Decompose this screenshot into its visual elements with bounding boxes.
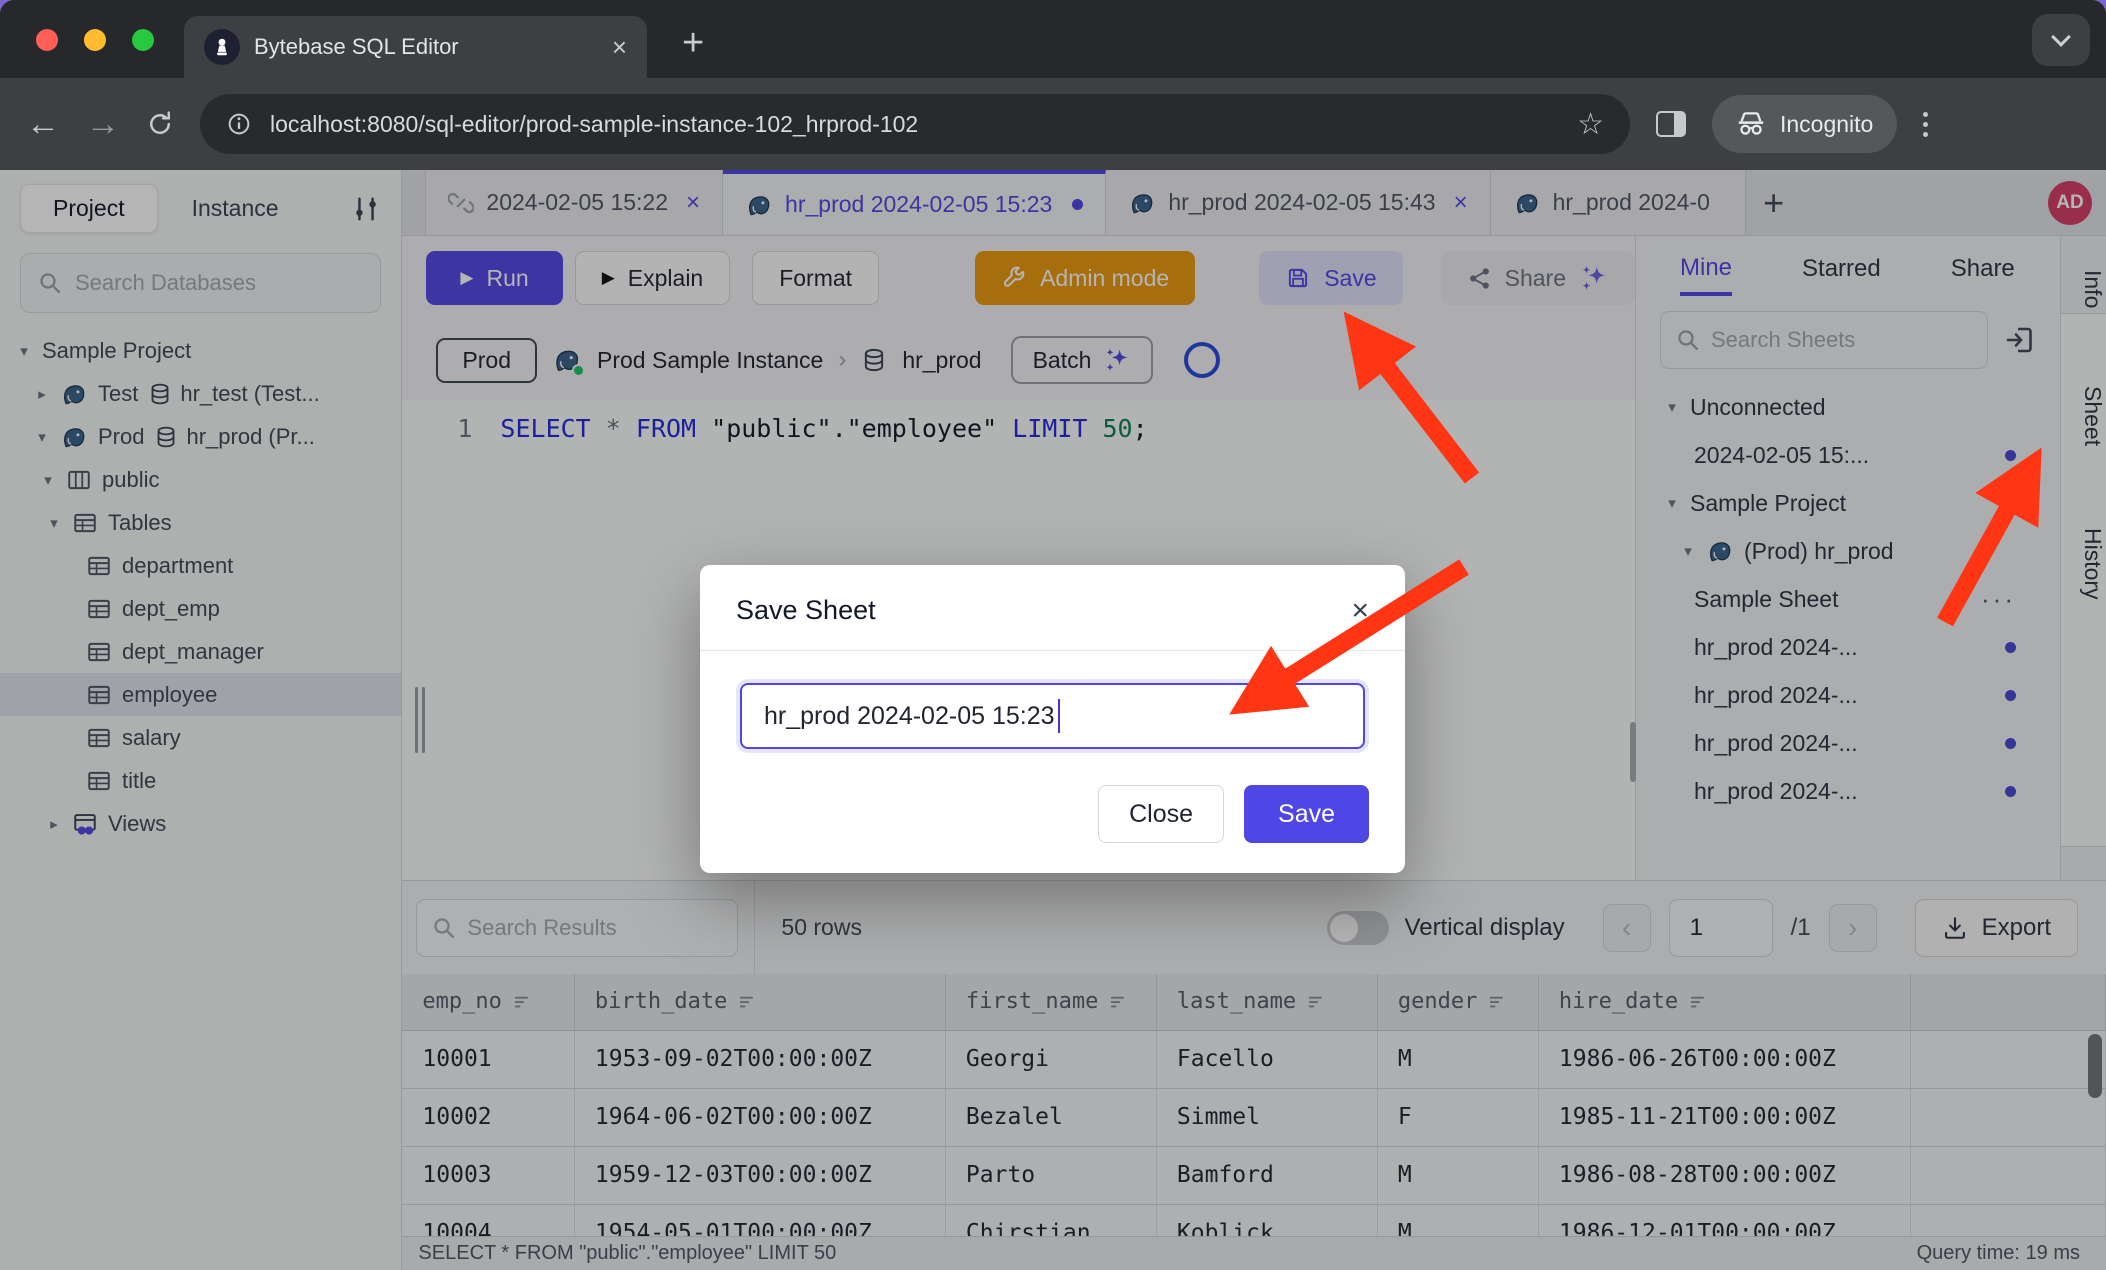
browser-menu-button[interactable] (1923, 112, 1928, 137)
chevron-down-icon (2051, 27, 2071, 47)
sheet-name-value: hr_prod 2024-02-05 15:23 (764, 702, 1055, 731)
save-sheet-dialog: Save Sheet × hr_prod 2024-02-05 15:23 Cl… (700, 565, 1405, 873)
new-tab-button[interactable]: + (682, 22, 704, 65)
sheet-name-input[interactable]: hr_prod 2024-02-05 15:23 (740, 683, 1365, 749)
close-button[interactable]: Close (1098, 785, 1224, 843)
incognito-icon (1736, 109, 1766, 139)
site-info-icon[interactable] (226, 111, 252, 137)
window-minimize-button[interactable] (84, 29, 106, 51)
window-controls (36, 29, 154, 51)
browser-titlebar: Bytebase SQL Editor × + (0, 0, 2106, 78)
window-zoom-button[interactable] (132, 29, 154, 51)
bytebase-favicon (204, 29, 240, 65)
reload-button[interactable] (146, 110, 174, 138)
browser-tab-title: Bytebase SQL Editor (254, 34, 598, 60)
address-bar[interactable]: localhost:8080/sql-editor/prod-sample-in… (200, 94, 1630, 154)
sql-editor-app: Project Instance ▾ Sample Project ▸ Test… (0, 170, 2106, 1270)
browser-toolbar: ← → localhost:8080/sql-editor/prod-sampl… (0, 78, 2106, 170)
back-button[interactable]: ← (26, 107, 60, 141)
window-close-button[interactable] (36, 29, 58, 51)
tab-search-button[interactable] (2032, 14, 2090, 66)
incognito-badge: Incognito (1712, 95, 1897, 153)
tab-close-icon[interactable]: × (612, 32, 627, 63)
dialog-close-icon[interactable]: × (1351, 596, 1369, 626)
save-button[interactable]: Save (1244, 785, 1369, 843)
dialog-title: Save Sheet (736, 595, 876, 626)
side-panel-icon[interactable] (1656, 111, 1686, 137)
forward-button[interactable]: → (86, 107, 120, 141)
url-text: localhost:8080/sql-editor/prod-sample-in… (270, 111, 1559, 138)
text-cursor (1058, 699, 1060, 733)
browser-tab[interactable]: Bytebase SQL Editor × (184, 16, 647, 78)
incognito-label: Incognito (1780, 111, 1873, 138)
bookmark-star-icon[interactable]: ☆ (1577, 107, 1604, 142)
